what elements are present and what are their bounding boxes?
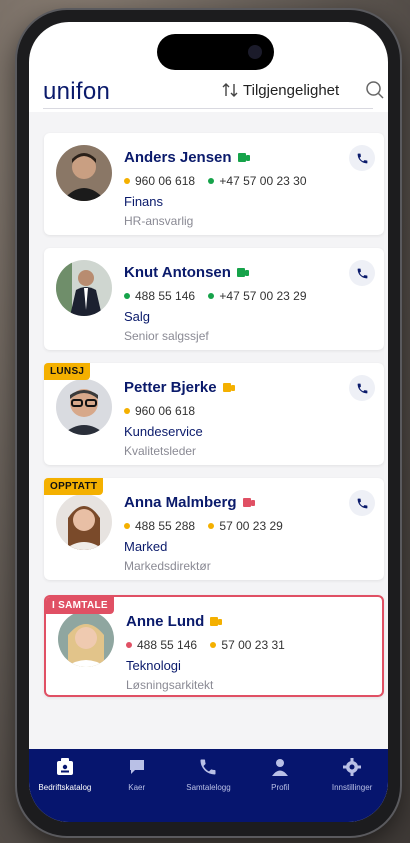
mobile-number[interactable]: 488 55 146	[137, 638, 197, 652]
contact-name: Anders Jensen	[124, 149, 250, 167]
mobile-number[interactable]: 960 06 618	[135, 174, 195, 188]
app-logo: unifon	[43, 78, 111, 105]
mobile-status-dot	[124, 292, 130, 299]
mobile-number[interactable]: 488 55 288	[135, 519, 195, 533]
landline-number[interactable]: 57 00 23 31	[221, 638, 284, 652]
camera	[248, 45, 262, 59]
tab-kaer[interactable]: Kaer	[102, 757, 172, 822]
contact-list[interactable]: Anders Jensen 960 06 618 +47 57 00 23 30…	[29, 112, 388, 752]
teams-icon	[237, 150, 250, 167]
status-badge: OPPTATT	[44, 478, 104, 495]
sort-button[interactable]: Tilgjengelighet	[221, 81, 339, 99]
contact-name: Anna Malmberg	[124, 494, 255, 512]
directory-icon	[56, 758, 73, 775]
teams-icon	[210, 614, 223, 631]
call-button[interactable]	[349, 145, 375, 171]
contact-card[interactable]: Knut Antonsen 488 55 146 +47 57 00 23 29…	[44, 248, 384, 350]
tab-profil[interactable]: Profil	[245, 757, 315, 822]
phone-numbers: 488 55 146 57 00 23 31	[126, 637, 295, 652]
contact-name: Anne Lund	[126, 613, 223, 631]
mobile-status-dot	[124, 522, 130, 529]
phone-numbers: 488 55 288 57 00 23 29	[124, 518, 293, 533]
status-badge: LUNSJ	[44, 363, 91, 380]
call-button[interactable]	[349, 375, 375, 401]
teams-icon	[222, 380, 235, 397]
landline-number[interactable]: +47 57 00 23 30	[219, 174, 306, 188]
avatar	[56, 494, 112, 550]
mobile-status-dot	[124, 407, 130, 414]
tab-innstillinger[interactable]: Innstillinger	[317, 757, 387, 822]
teams-icon	[236, 265, 249, 282]
status-badge: I SAMTALE	[46, 597, 114, 614]
tab-label: Bedriftskatalog	[38, 783, 92, 792]
contact-role: Senior salgssjef	[124, 329, 209, 343]
contact-department: Salg	[124, 309, 151, 324]
contact-department: Marked	[124, 539, 168, 554]
phone-icon	[357, 498, 367, 508]
contact-name: Knut Antonsen	[124, 264, 249, 282]
mobile-status-dot	[124, 177, 130, 184]
phone-icon	[200, 759, 216, 775]
contact-role: Løsningsarkitekt	[126, 678, 214, 692]
app-header: unifon Tilgjengelighet	[29, 72, 388, 112]
avatar	[56, 260, 112, 316]
contact-department: Teknologi	[126, 658, 181, 673]
tab-label: Kaer	[128, 783, 146, 792]
avatar	[56, 379, 112, 435]
mobile-number[interactable]: 488 55 146	[135, 289, 195, 303]
landline-number[interactable]: 57 00 23 29	[219, 519, 282, 533]
avatar	[56, 145, 112, 201]
dynamic-island	[157, 34, 274, 70]
call-button[interactable]	[349, 490, 375, 516]
tab-label: Profil	[271, 783, 290, 792]
sort-label: Tilgjengelighet	[243, 81, 340, 99]
landline-status-dot	[208, 292, 215, 299]
mobile-number[interactable]: 960 06 618	[135, 404, 195, 418]
landline-status-dot	[210, 641, 217, 648]
chat-icon	[129, 760, 144, 774]
contact-role: Markedsdirektør	[124, 559, 211, 573]
phone-icon	[357, 383, 367, 393]
contact-role: HR-ansvarlig	[124, 214, 194, 228]
teams-icon	[242, 495, 255, 512]
header-divider	[43, 108, 373, 109]
contact-card[interactable]: OPPTATT Anna Malmberg 488 55 288 57 00 2…	[44, 478, 384, 580]
phone-icon	[357, 153, 367, 163]
contact-card[interactable]: I SAMTALE Anne Lund 488 55 146 57 00 23 …	[44, 595, 384, 697]
landline-number[interactable]: +47 57 00 23 29	[219, 289, 306, 303]
phone-numbers: 960 06 618	[124, 403, 205, 418]
tab-label: Samtalelogg	[186, 783, 231, 792]
gear-icon	[343, 758, 362, 776]
sort-icon	[222, 83, 238, 97]
contact-role: Kvalitetsleder	[124, 444, 197, 458]
tab-label: Innstillinger	[331, 783, 373, 792]
contact-card[interactable]: Anders Jensen 960 06 618 +47 57 00 23 30…	[44, 133, 384, 235]
landline-status-dot	[208, 177, 215, 184]
contact-name: Petter Bjerke	[124, 379, 235, 397]
tab-bedriftskatalog[interactable]: Bedriftskatalog	[30, 757, 100, 822]
app-screen: unifon Tilgjengelighet Anders Jensen 960…	[29, 22, 388, 822]
call-button[interactable]	[349, 260, 375, 286]
phone-numbers: 488 55 146 +47 57 00 23 29	[124, 288, 317, 303]
phone-numbers: 960 06 618 +47 57 00 23 30	[124, 173, 317, 188]
bottom-tab-bar: Bedriftskatalog Kaer Samtalelogg Profil …	[29, 749, 388, 822]
landline-status-dot	[208, 522, 215, 529]
contact-card[interactable]: LUNSJ Petter Bjerke 960 06 618 Kundeserv…	[44, 363, 384, 465]
contact-department: Kundeservice	[124, 424, 203, 439]
person-icon	[272, 759, 289, 776]
phone-icon	[357, 268, 367, 278]
search-icon[interactable]	[365, 80, 385, 100]
avatar	[58, 611, 114, 667]
contact-department: Finans	[124, 194, 164, 209]
mobile-status-dot	[126, 641, 132, 648]
tab-samtalelogg[interactable]: Samtalelogg	[173, 757, 243, 822]
